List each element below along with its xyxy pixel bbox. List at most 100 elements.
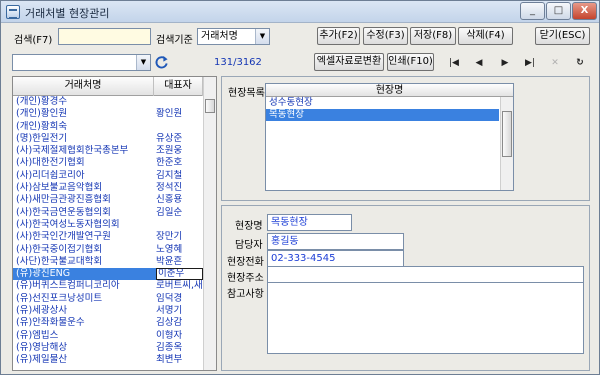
customer-name-cell: (사)삼보불교음악협회 <box>16 182 103 194</box>
table-row[interactable]: (사)삼보불교음악협회 정석진 <box>13 182 203 194</box>
nav-last-icon[interactable]: ▶| <box>522 56 538 70</box>
column-header-representative[interactable]: 대표자 <box>154 77 203 96</box>
cancel-icon[interactable]: ✕ <box>547 56 563 70</box>
manager-label: 담당자 <box>235 240 263 251</box>
table-row[interactable]: (명)한일전기 유상준 <box>13 133 203 145</box>
excel-export-button[interactable]: 엑셀자료로변환 <box>314 53 384 71</box>
table-row[interactable]: (유)안좌화물운수 김상감 <box>13 317 203 329</box>
customer-name-cell: (사단)한국불교대학회 <box>16 255 103 267</box>
customer-name-cell: (유)광진ENG <box>16 268 71 280</box>
customer-name-cell: (유)안좌화물운수 <box>16 317 85 329</box>
representative-cell: 김상감 <box>156 317 183 329</box>
table-row[interactable]: (사)한국여성노동자협의회 <box>13 219 203 231</box>
table-row[interactable]: (유)선진포크낭성미트 임덕경 <box>13 293 203 305</box>
notes-label: 참고사항 <box>227 289 264 300</box>
site-phone-field[interactable]: 02-333-4545 <box>267 250 404 267</box>
site-phone-label: 현장전화 <box>227 257 264 268</box>
search-criteria-label: 검색기준 <box>156 35 193 46</box>
column-header-customer[interactable]: 거래처명 <box>13 77 154 96</box>
main-window: 거래처별 현장관리 _ □ X 검색(F7) 검색기준 거래처명 ▼ 추가(F2… <box>0 0 600 375</box>
save-button[interactable]: 저장(F8) <box>410 27 456 45</box>
site-list-header[interactable]: 현장명 <box>266 84 513 97</box>
customer-name-cell: (사)한국인간개발연구원 <box>16 231 111 243</box>
search-criteria-value: 거래처명 <box>201 31 238 42</box>
record-count: 131/3162 <box>214 57 262 68</box>
representative-cell: 로버트씨,새비 <box>156 280 203 292</box>
representative-cell: 이춘우 <box>156 268 203 281</box>
table-row[interactable]: (사)한국금연운동협의회 김일순 <box>13 207 203 219</box>
add-button[interactable]: 추가(F2) <box>317 27 360 45</box>
table-row[interactable]: (사)국제절제협회한국총본부 조원웅 <box>13 145 203 157</box>
table-row[interactable]: (사단)한국불교대학회 박윤흔 <box>13 256 203 268</box>
nav-next-icon[interactable]: ▶ <box>497 56 513 70</box>
customer-name-cell: (사)대한전기협회 <box>16 157 85 169</box>
grid-scrollbar-thumb[interactable] <box>205 99 215 113</box>
search-input[interactable] <box>58 28 151 45</box>
grid-rows: (개인)황경수 (개인)황인원 황인원 (개인)황희숙 (명)한일전기 유상준 (사)국제절… <box>13 96 203 367</box>
table-row[interactable]: (사)새만금관광진흥협회 신홍용 <box>13 194 203 206</box>
table-row[interactable]: (유)버퀴스트컴퍼니코리아 로버트씨,새비 <box>13 280 203 292</box>
filter-select[interactable]: ▼ <box>12 54 151 71</box>
list-item[interactable]: 목동현장 <box>266 109 499 121</box>
table-row[interactable]: (유)광진ENG 이춘우 <box>13 268 203 281</box>
chevron-down-icon: ▼ <box>255 29 269 44</box>
customer-name-cell: (사)한국금연운동협의회 <box>16 206 111 218</box>
site-name-field[interactable]: 목동현장 <box>267 214 352 231</box>
title-bar: 거래처별 현장관리 _ □ X <box>1 1 599 23</box>
customer-name-cell: (개인)황희숙 <box>16 120 68 132</box>
site-list: 현장명 성수동현장 목동현장 <box>265 83 514 191</box>
table-row[interactable]: (사)대한전기협회 한준호 <box>13 157 203 169</box>
print-button[interactable]: 인쇄(F10) <box>387 53 434 71</box>
customer-name-cell: (유)영남해상 <box>16 341 68 353</box>
representative-cell: 조원웅 <box>156 145 183 157</box>
representative-cell: 정석진 <box>156 182 183 194</box>
customer-name-cell: (개인)황경수 <box>16 96 68 107</box>
site-list-label: 현장목록 <box>228 88 265 99</box>
maximize-button[interactable]: □ <box>546 2 571 20</box>
search-criteria-select[interactable]: 거래처명 ▼ <box>197 28 270 45</box>
table-row[interactable]: (유)영남해상 김종옥 <box>13 342 203 354</box>
table-row[interactable]: (유)세광상사 서명기 <box>13 305 203 317</box>
customer-name-cell: (개인)황인원 <box>16 108 68 120</box>
customer-name-cell: (사)한국여성노동자협의회 <box>16 218 120 230</box>
reload-icon[interactable]: ↻ <box>572 56 588 70</box>
table-row[interactable]: (사)한국인간개발연구원 장만기 <box>13 231 203 243</box>
refresh-icon[interactable] <box>154 55 169 70</box>
customer-name-cell: (사)리더쉽코리아 <box>16 169 85 181</box>
site-list-scrollbar-thumb[interactable] <box>502 111 512 157</box>
site-address-field[interactable] <box>267 266 584 283</box>
nav-prev-icon[interactable]: ◀ <box>471 56 487 70</box>
edit-button[interactable]: 수정(F3) <box>363 27 408 45</box>
table-row[interactable]: (개인)황인원 황인원 <box>13 108 203 120</box>
notes-textarea[interactable] <box>267 282 584 354</box>
table-row[interactable]: (유)제일물산 최변부 <box>13 354 203 366</box>
list-item[interactable]: 성수동현장 <box>266 97 513 109</box>
representative-cell: 한준호 <box>156 157 183 169</box>
representative-cell: 황인원 <box>156 108 183 120</box>
representative-cell: 김종옥 <box>156 341 183 353</box>
representative-cell: 신홍용 <box>156 194 183 206</box>
minimize-button[interactable]: _ <box>520 2 545 20</box>
representative-cell: 이형자 <box>156 329 183 341</box>
customer-name-cell: (유)선진포크낭성미트 <box>16 292 103 304</box>
table-row[interactable]: (개인)황희숙 <box>13 121 203 133</box>
table-row[interactable]: (유)엠빕스 이형자 <box>13 330 203 342</box>
representative-cell: 유상준 <box>156 132 183 144</box>
table-row[interactable]: (사)리더쉽코리아 김지철 <box>13 170 203 182</box>
table-row[interactable]: (개인)황경수 <box>13 96 203 108</box>
representative-cell: 김지철 <box>156 169 183 181</box>
grid-scrollbar[interactable] <box>203 77 216 370</box>
close-window-button[interactable]: X <box>572 2 597 20</box>
table-row[interactable]: (사)한국중이접기협회 노영혜 <box>13 244 203 256</box>
representative-cell: 임덕경 <box>156 292 183 304</box>
customer-name-cell: (유)엠빕스 <box>16 329 59 341</box>
site-list-scrollbar[interactable] <box>500 97 513 190</box>
chevron-down-icon: ▼ <box>136 55 150 70</box>
delete-button[interactable]: 삭제(F4) <box>458 27 513 45</box>
manager-field[interactable]: 홍길동 <box>267 233 404 250</box>
representative-cell: 서명기 <box>156 305 183 317</box>
site-name-label: 현장명 <box>235 221 263 232</box>
close-button[interactable]: 닫기(ESC) <box>535 27 590 45</box>
search-label: 검색(F7) <box>14 35 53 46</box>
nav-first-icon[interactable]: |◀ <box>446 56 462 70</box>
